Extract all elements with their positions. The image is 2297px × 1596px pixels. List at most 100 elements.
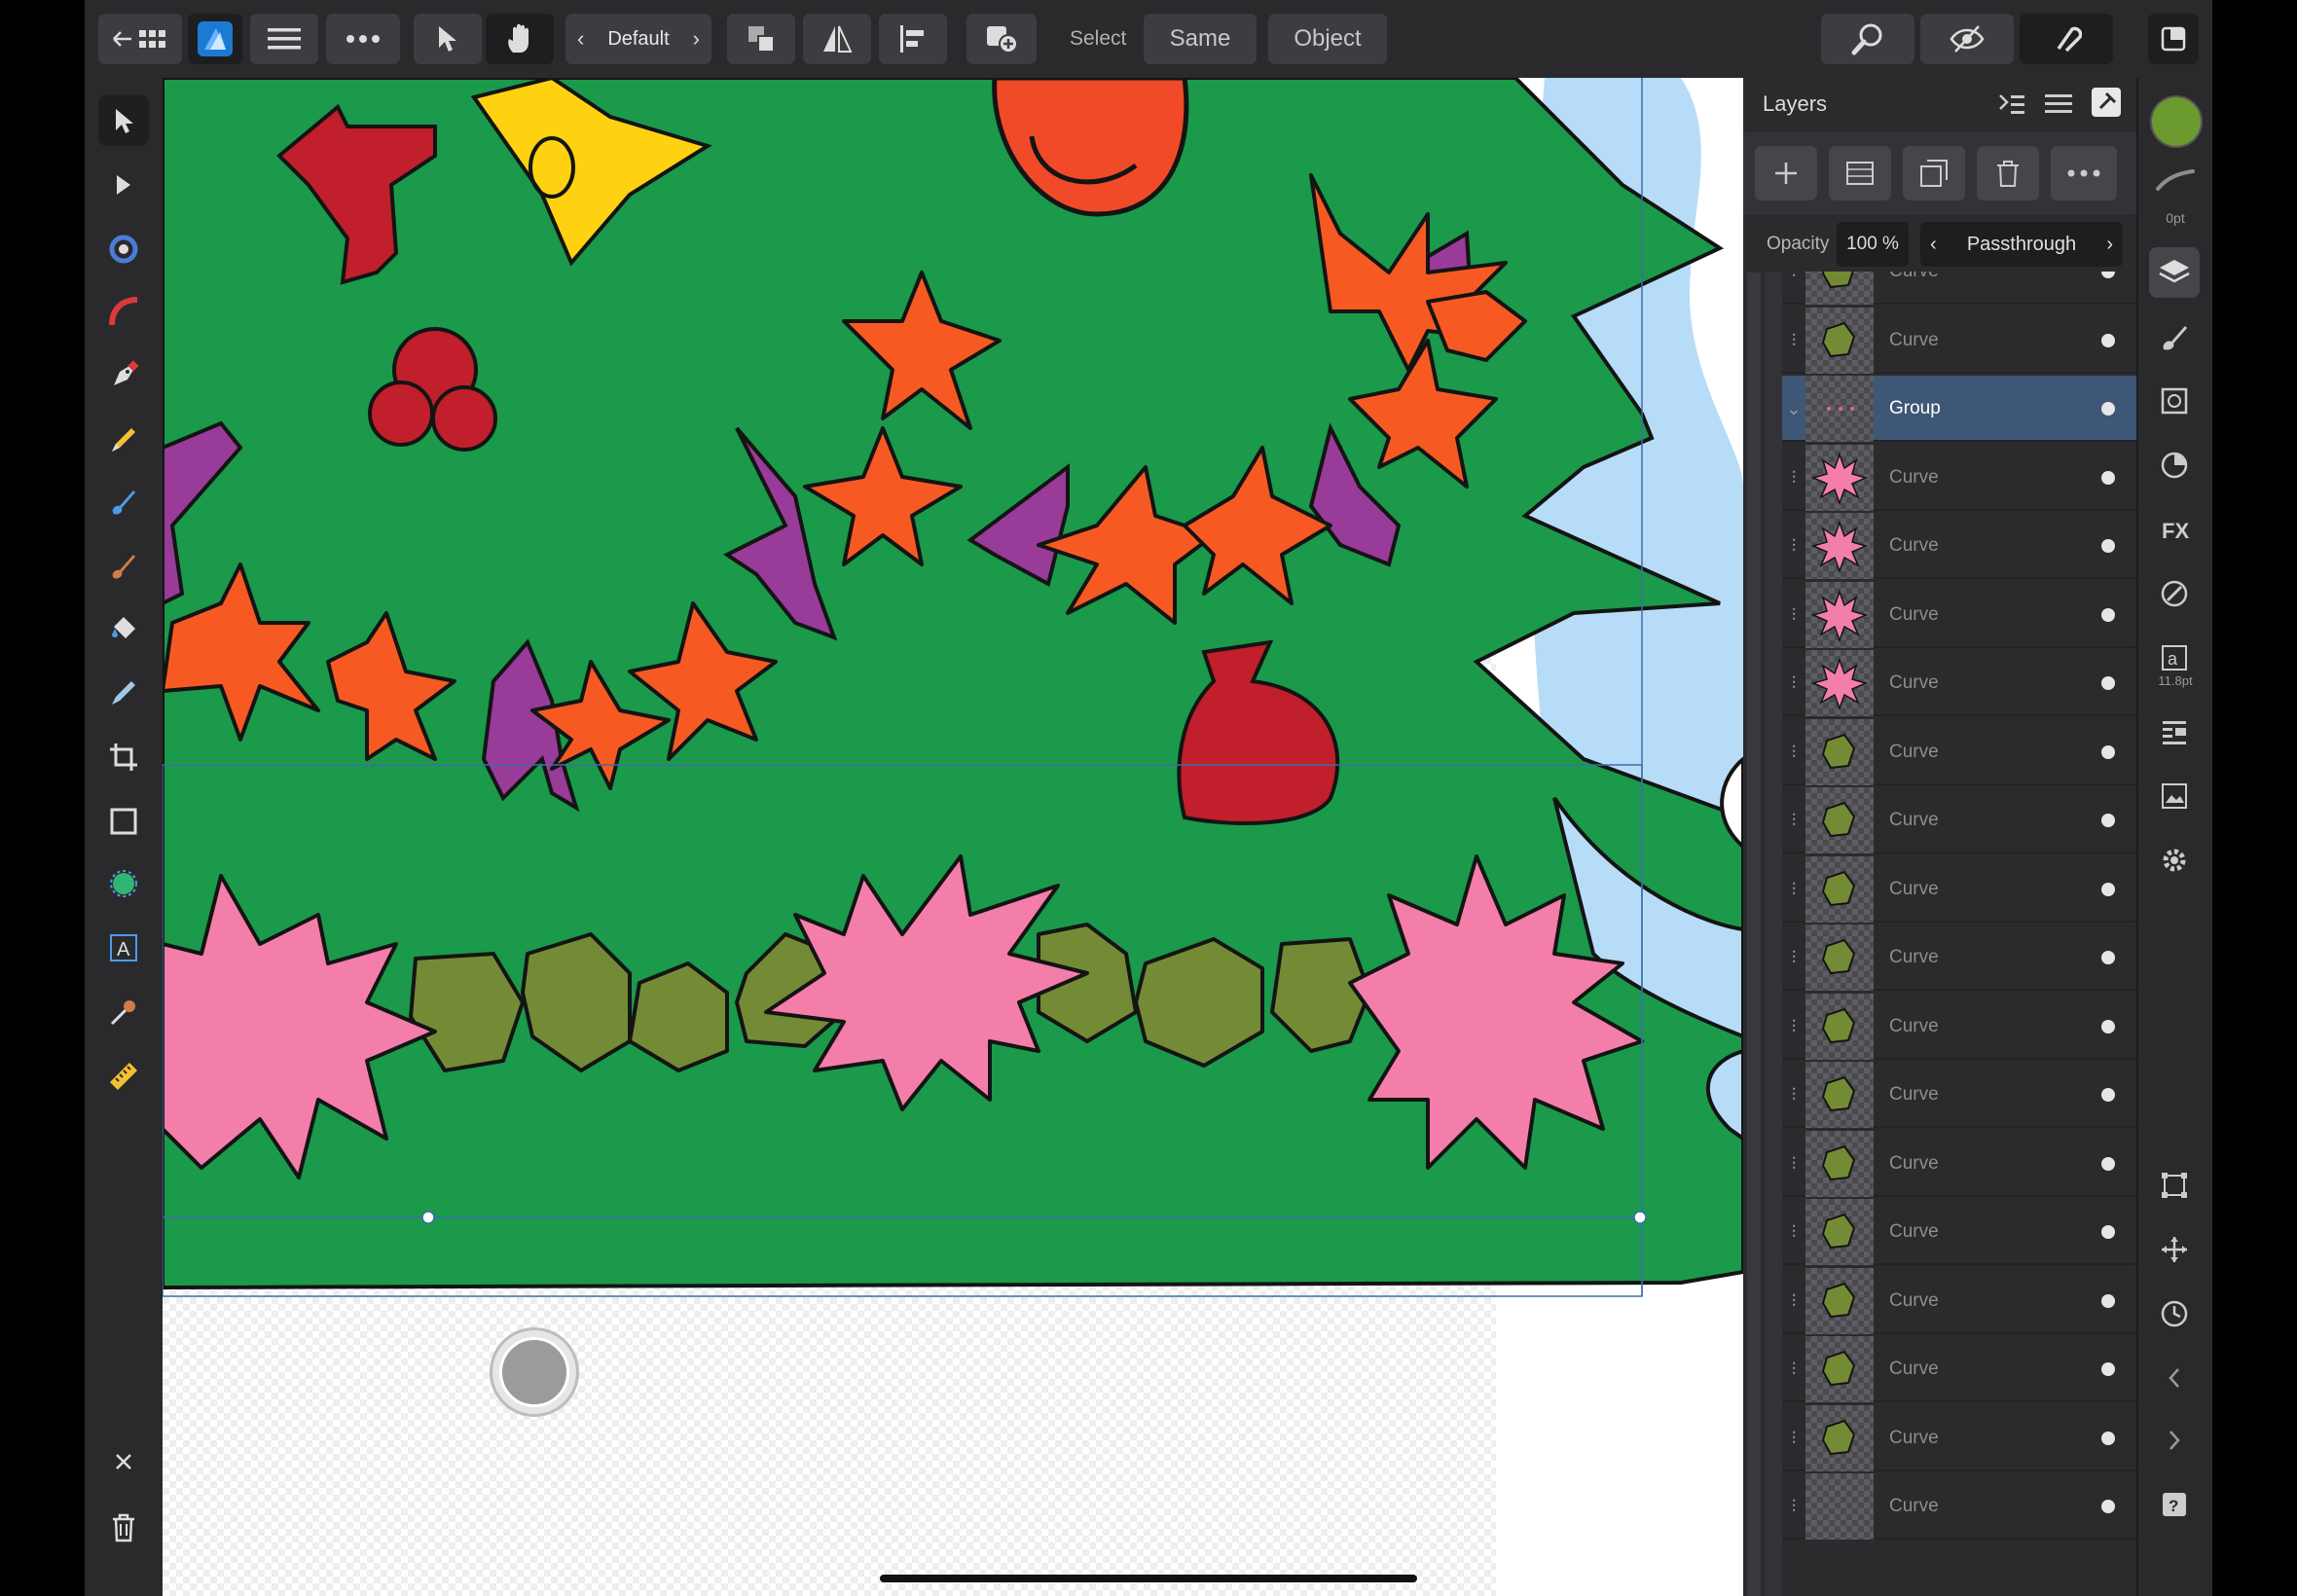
pencil-tool[interactable] [98,415,149,465]
flip-horizontal-button[interactable] [803,14,871,64]
layer-row[interactable]: ⫶ Curve [1782,513,2136,579]
visibility-toggle[interactable] [2101,1293,2115,1308]
duplicate-layer-button[interactable] [1903,146,1965,200]
clip-handle-icon[interactable]: ⫶ [1786,719,1802,785]
pencil-curve-tool[interactable] [98,286,149,337]
clip-handle-icon[interactable]: ⫶ [1786,1336,1802,1402]
paragraph-studio-button[interactable] [2149,707,2200,757]
opacity-field[interactable]: 100 % [1837,222,1909,267]
delete-button[interactable] [98,1503,149,1553]
color-picker-tool[interactable] [98,987,149,1037]
visibility-toggle[interactable] [2101,1019,2115,1034]
brushes-studio-button[interactable] [2149,311,2200,362]
modifier-controller[interactable] [490,1327,579,1417]
clip-handle-icon[interactable]: ⫶ [1786,925,1802,991]
vector-brush-tool[interactable] [98,477,149,527]
chevron-left-icon[interactable]: ‹ [577,26,584,52]
history-studio-button[interactable] [2149,1288,2200,1339]
visibility-toggle[interactable] [2101,744,2115,759]
persona-selector[interactable]: ‹ Default › [565,14,711,64]
transparency-tool[interactable] [98,668,149,718]
move-tool[interactable] [98,95,149,146]
layer-row[interactable]: ⫶ Curve [1782,581,2136,648]
redo-button[interactable] [2149,1415,2200,1466]
add-pixel-layer-button[interactable] [1829,146,1891,200]
move-mode-button[interactable] [414,14,482,64]
crop-tool[interactable] [98,732,149,782]
visibility-toggle[interactable] [2101,272,2115,278]
layer-row-group[interactable]: ⌄ Group [1782,376,2136,442]
zoom-view-button[interactable] [1821,14,1914,64]
visibility-toggle[interactable] [2101,1088,2115,1102]
document-settings-button[interactable] [2149,835,2200,886]
visibility-toggle[interactable] [2101,814,2115,827]
clip-handle-icon[interactable]: ⫶ [1786,1131,1802,1197]
clip-handle-icon[interactable]: ⫶ [1786,513,1802,579]
layer-row[interactable]: ⫶ Curve [1782,1473,2136,1540]
close-button[interactable] [98,1436,149,1487]
clip-handle-icon[interactable]: ⫶ [1786,994,1802,1060]
designer-persona-button[interactable] [188,14,242,64]
layer-row[interactable]: ⫶ Curve [1782,855,2136,923]
measure-tool[interactable] [98,1049,149,1100]
visibility-toggle[interactable] [2101,333,2115,347]
layers-studio-button[interactable] [2149,247,2200,298]
visibility-toggle[interactable] [2101,539,2115,553]
layer-row[interactable]: ⫶ Curve [1782,650,2136,716]
snapping-button[interactable] [2020,14,2113,64]
layer-row[interactable]: ⫶ Curve [1782,925,2136,991]
pen-tool[interactable] [98,350,149,401]
panel-menu-icon[interactable] [2045,91,2072,117]
layer-options-button[interactable] [2051,146,2117,200]
clip-handle-icon[interactable]: ⫶ [1786,445,1802,511]
transparency-studio-button[interactable] [2149,568,2200,619]
pixel-brush-tool[interactable] [98,541,149,592]
more-menu-button[interactable] [326,14,400,64]
clip-handle-icon[interactable]: ⫶ [1786,272,1802,305]
align-button[interactable] [879,14,947,64]
fill-tool[interactable] [98,603,149,654]
collapse-icon[interactable] [1998,91,2025,117]
arrange-button[interactable] [727,14,795,64]
visibility-toggle[interactable] [2101,676,2115,690]
visibility-toggle[interactable] [2101,1431,2115,1445]
navigator-studio-button[interactable] [2149,771,2200,821]
visibility-toggle[interactable] [2101,402,2115,416]
document-canvas[interactable] [163,78,1743,1596]
expand-chevron-icon[interactable]: ⌄ [1786,376,1802,442]
corner-tool[interactable] [98,224,149,274]
layer-row[interactable]: ⫶ Curve [1782,444,2136,511]
clip-handle-icon[interactable]: ⫶ [1786,1062,1802,1128]
layer-row[interactable]: ⫶ Curve [1782,1267,2136,1334]
appearance-studio-button[interactable] [2149,440,2200,490]
visibility-toggle[interactable] [2101,1362,2115,1376]
clip-handle-icon[interactable]: ⫶ [1786,1473,1802,1540]
layer-row[interactable]: ⫶ Curve [1782,993,2136,1060]
layer-row[interactable]: ⫶ Curve [1782,1336,2136,1402]
clip-handle-icon[interactable]: ⫶ [1786,308,1802,374]
delete-layer-button[interactable] [1977,146,2039,200]
visibility-toggle[interactable] [2101,1500,2115,1513]
visibility-toggle[interactable] [2101,1225,2115,1239]
layer-row[interactable]: ⫶ Curve [1782,1130,2136,1197]
hand-mode-button[interactable] [486,14,554,64]
assets-studio-button[interactable] [2149,376,2200,426]
transform-studio-button[interactable] [2149,1160,2200,1211]
layer-row[interactable]: ⫶ Curve [1782,1404,2136,1471]
export-button[interactable] [2148,14,2199,64]
visibility-toggle[interactable] [2101,470,2115,485]
undo-button[interactable] [2149,1353,2200,1403]
chevron-right-icon[interactable]: › [693,26,700,52]
select-object-button[interactable]: Object [1268,14,1387,64]
clip-handle-icon[interactable]: ⫶ [1786,1199,1802,1265]
fill-color-swatch[interactable] [2150,95,2203,148]
help-button[interactable]: ? [2149,1479,2200,1530]
layer-row[interactable]: ⫶ Curve [1782,272,2136,305]
layer-row[interactable]: ⫶ Curve [1782,718,2136,785]
visibility-toggle[interactable] [2101,951,2115,964]
layer-row[interactable]: ⫶ Curve [1782,1199,2136,1265]
select-same-button[interactable]: Same [1144,14,1257,64]
home-indicator[interactable] [880,1575,1417,1582]
clip-handle-icon[interactable]: ⫶ [1786,787,1802,853]
effects-studio-button[interactable]: FX [2149,504,2200,555]
